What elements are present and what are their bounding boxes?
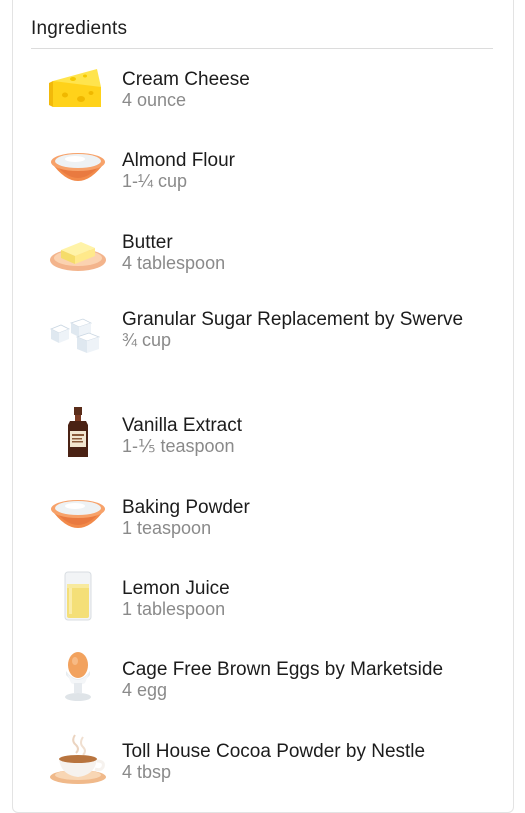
ingredient-name: Toll House Cocoa Powder by Nestle (122, 740, 426, 762)
ingredient-item-cream-cheese[interactable]: Cream Cheese 4 ounce (13, 49, 513, 130)
ingredients-card: Ingredients Cream Cheese 4 ounce Almond … (12, 0, 514, 813)
ingredient-text: Granular Sugar Replacement by Swerve ¾ c… (122, 309, 492, 350)
ingredient-text: Cream Cheese 4 ounce (122, 69, 492, 110)
ingredient-quantity: 4 tablespoon (122, 252, 226, 273)
egg-cup-icon (45, 649, 111, 705)
ingredient-name: Cream Cheese (122, 69, 250, 90)
ingredient-quantity: 4 ounce (122, 90, 187, 110)
vanilla-bottle-icon (45, 405, 111, 461)
ingredient-item-cocoa-powder[interactable]: Toll House Cocoa Powder by Nestle 4 tbsp (13, 721, 513, 802)
ingredient-item-vanilla[interactable]: Vanilla Extract 1-⅕ teaspoon (13, 395, 513, 476)
flour-bowl-icon (45, 140, 111, 196)
ingredient-quantity: 4 tbsp (122, 761, 172, 782)
ingredient-list: Cream Cheese 4 ounce Almond Flour 1-¼ cu… (13, 49, 513, 802)
cheese-icon (45, 61, 111, 117)
ingredient-item-almond-flour[interactable]: Almond Flour 1-¼ cup (13, 130, 513, 211)
butter-icon (45, 224, 111, 280)
powder-bowl-icon (45, 487, 111, 543)
ingredient-item-baking-powder[interactable]: Baking Powder 1 teaspoon (13, 477, 513, 558)
ingredient-text: Lemon Juice 1 tablespoon (122, 578, 492, 619)
ingredient-item-eggs[interactable]: Cage Free Brown Eggs by Marketside 4 egg (13, 639, 513, 720)
ingredient-item-butter[interactable]: Butter 4 tablespoon (13, 212, 513, 293)
ingredient-quantity: 1-⅕ teaspoon (122, 436, 235, 457)
section-title: Ingredients (31, 18, 128, 39)
juice-glass-icon (45, 568, 111, 624)
coffee-cup-icon (45, 731, 111, 787)
ingredient-text: Butter 4 tablespoon (122, 232, 492, 273)
ingredient-item-sugar[interactable]: Granular Sugar Replacement by Swerve ¾ c… (13, 293, 513, 395)
ingredient-quantity: 1 tablespoon (122, 598, 226, 619)
ingredient-quantity: ¾ cup (122, 330, 172, 351)
ingredient-text: Vanilla Extract 1-⅕ teaspoon (122, 415, 492, 456)
ingredient-text: Almond Flour 1-¼ cup (122, 150, 492, 191)
ingredient-text: Baking Powder 1 teaspoon (122, 497, 492, 538)
ingredient-name: Almond Flour (122, 150, 235, 172)
ingredient-quantity: 1-¼ cup (122, 171, 188, 192)
ingredient-name: Butter (122, 231, 173, 253)
ingredient-name: Baking Powder (122, 496, 250, 518)
ingredient-quantity: 1 teaspoon (122, 517, 212, 538)
ingredient-name: Granular Sugar Replacement by Swerve (122, 309, 464, 331)
ingredient-text: Toll House Cocoa Powder by Nestle 4 tbsp (122, 741, 492, 782)
ingredient-quantity: 4 egg (122, 680, 168, 701)
sugar-cubes-icon (45, 307, 111, 363)
ingredient-text: Cage Free Brown Eggs by Marketside 4 egg (122, 659, 492, 700)
ingredient-name: Lemon Juice (122, 577, 230, 599)
ingredient-name: Vanilla Extract (122, 415, 243, 437)
ingredient-name: Cage Free Brown Eggs by Marketside (122, 659, 444, 681)
ingredient-item-lemon-juice[interactable]: Lemon Juice 1 tablespoon (13, 558, 513, 639)
